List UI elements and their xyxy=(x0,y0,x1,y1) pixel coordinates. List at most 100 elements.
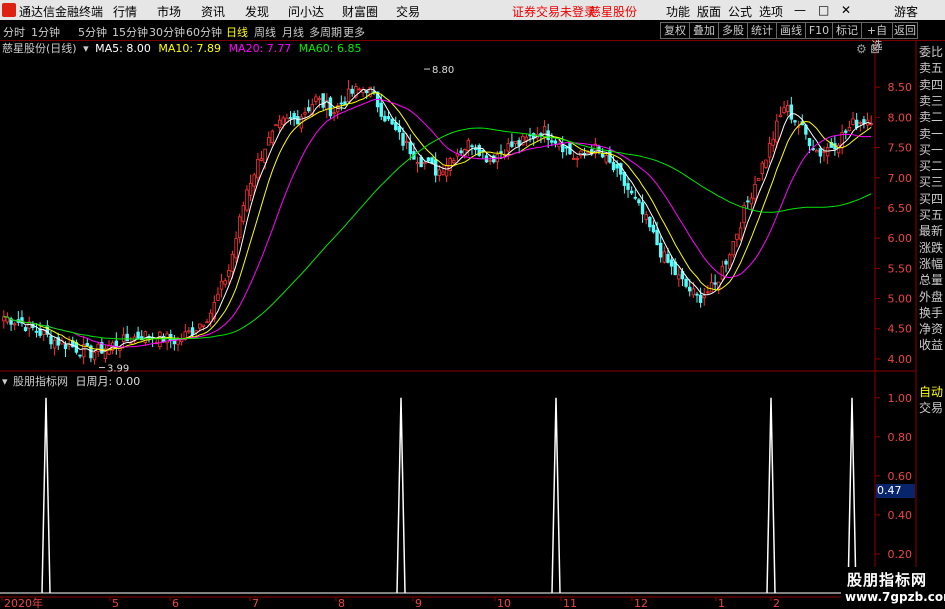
menu-xuanxiang[interactable]: 选项 xyxy=(759,3,783,20)
candle-body xyxy=(339,102,344,105)
period-1min[interactable]: 1分钟 xyxy=(31,24,60,40)
menu-caifuquan[interactable]: 财富圈 xyxy=(342,3,378,20)
sidebar-item-17[interactable]: 净资 xyxy=(917,321,945,337)
period-60min[interactable]: 60分钟 xyxy=(186,24,222,40)
candle-body xyxy=(198,323,202,329)
sidebar-item-9[interactable]: 买四 xyxy=(917,191,945,207)
menu-shichang[interactable]: 市场 xyxy=(157,3,181,20)
candle-body xyxy=(575,158,579,160)
ma5-value: MA5: 8.00 xyxy=(95,42,151,55)
candle-body xyxy=(379,102,383,117)
guest-label[interactable]: 游客 xyxy=(894,3,918,20)
menu-zixun[interactable]: 资讯 xyxy=(201,3,225,20)
sidebar-item-10[interactable]: 买五 xyxy=(917,207,945,223)
menu-gongneng[interactable]: 功能 xyxy=(666,3,690,20)
kline-info-bar: 慈星股份(日线) ▾ MA5: 8.00 MA10: 7.89 MA20: 7.… xyxy=(2,43,362,55)
candle-body xyxy=(727,254,732,270)
indicator-value: 日周月: 0.00 xyxy=(75,375,141,388)
period-30min[interactable]: 30分钟 xyxy=(149,24,185,40)
sidebar-bottom-1[interactable]: 交易 xyxy=(917,400,945,416)
indicator-spike-3 xyxy=(766,397,776,594)
x-label-7: 11 xyxy=(563,597,577,609)
sidebar-item-11[interactable]: 最新 xyxy=(917,223,945,239)
menu-gongshi[interactable]: 公式 xyxy=(728,3,752,20)
close-icon[interactable]: ✕ xyxy=(841,3,851,17)
candle-body xyxy=(136,331,140,340)
ma5-line xyxy=(3,88,872,352)
add-watchlist-button[interactable]: +自选 xyxy=(861,22,893,52)
tongji-button[interactable]: 统计 xyxy=(747,22,777,39)
menu-faxian[interactable]: 发现 xyxy=(245,3,269,20)
candle-body xyxy=(637,199,641,204)
candle-body xyxy=(187,330,191,333)
indicator-info-bar: ▾ 股朋指标网 日周月: 0.00 xyxy=(2,376,140,388)
annotation-0: 8.80 xyxy=(432,65,454,76)
fuquan-button[interactable]: 复权 xyxy=(660,22,690,39)
period-multi[interactable]: 多周期 xyxy=(309,24,342,40)
diejia-button[interactable]: 叠加 xyxy=(689,22,719,39)
candle-body xyxy=(851,118,855,125)
menu-bar: 通达信金融终端 行情 市场 资讯 发现 问小达 财富圈 交易 证券交易未登录 慈… xyxy=(0,0,945,20)
minimize-icon[interactable]: — xyxy=(794,3,806,17)
indicator-dropdown-icon[interactable]: ▾ xyxy=(2,375,8,388)
sidebar-item-8[interactable]: 买三 xyxy=(917,174,945,190)
duogu-button[interactable]: 多股 xyxy=(718,22,748,39)
sidebar-item-3[interactable]: 卖三 xyxy=(917,93,945,109)
sidebar-item-14[interactable]: 总量 xyxy=(917,272,945,288)
biaoji-button[interactable]: 标记 xyxy=(832,22,862,39)
sidebar-item-0[interactable]: 委比 xyxy=(917,44,945,60)
sidebar-item-18[interactable]: 收益 xyxy=(917,337,945,353)
candle-body xyxy=(466,139,471,151)
watermark-line2: www.7gpzb.com xyxy=(845,590,945,604)
period-monthly[interactable]: 月线 xyxy=(282,24,304,40)
dropdown-icon[interactable]: ▾ xyxy=(83,42,89,55)
sidebar-item-15[interactable]: 外盘 xyxy=(917,289,945,305)
period-weekly[interactable]: 周线 xyxy=(254,24,276,40)
period-fenshi[interactable]: 分时 xyxy=(3,24,25,40)
sidebar-item-16[interactable]: 换手 xyxy=(917,305,945,321)
candle-body xyxy=(738,227,743,240)
candle-body xyxy=(622,171,627,186)
sidebar-bottom-0[interactable]: 自动 xyxy=(917,384,945,400)
settings-gear-icon[interactable]: ⚙ xyxy=(856,42,867,56)
watermark-line1: 股朋指标网 xyxy=(847,571,928,589)
candle-body xyxy=(13,323,17,326)
candle-body xyxy=(666,254,670,263)
sidebar-item-13[interactable]: 涨幅 xyxy=(917,256,945,272)
back-button[interactable]: 返回 xyxy=(892,22,918,39)
candle-body xyxy=(825,147,830,157)
price-tick-5: 6.00 xyxy=(888,232,913,245)
candle-body xyxy=(771,138,775,146)
indicator-spike-1 xyxy=(396,397,406,594)
period-15min[interactable]: 15分钟 xyxy=(112,24,148,40)
menu-hangqing[interactable]: 行情 xyxy=(113,3,137,20)
kline-title[interactable]: 慈星股份(日线) xyxy=(2,42,77,55)
candle-body xyxy=(488,160,492,162)
indicator-name[interactable]: 股朋指标网 xyxy=(13,375,68,388)
f10-button[interactable]: F10 xyxy=(805,22,833,39)
panel-toggle-icon[interactable]: ⊠ xyxy=(870,42,880,56)
candle-body xyxy=(281,117,285,125)
trade-login-notice[interactable]: 证券交易未登录 xyxy=(512,3,596,20)
sidebar-item-6[interactable]: 买一 xyxy=(917,142,945,158)
sidebar-item-2[interactable]: 卖四 xyxy=(917,77,945,93)
menu-jiaoyi[interactable]: 交易 xyxy=(396,3,420,20)
sidebar-item-7[interactable]: 买二 xyxy=(917,158,945,174)
maximize-icon[interactable]: □ xyxy=(818,3,829,17)
candle-body xyxy=(401,133,405,146)
candle-body xyxy=(256,158,260,179)
sidebar-item-1[interactable]: 卖五 xyxy=(917,60,945,76)
period-more[interactable]: 更多 xyxy=(343,24,365,40)
menu-wenxiaoda[interactable]: 问小达 xyxy=(288,3,324,20)
menu-banmian[interactable]: 版面 xyxy=(697,3,721,20)
huaxian-button[interactable]: 画线 xyxy=(776,22,806,39)
ind-tick-4: 0.20 xyxy=(888,548,913,561)
ma20-value: MA20: 7.77 xyxy=(228,42,292,55)
sidebar-item-4[interactable]: 卖二 xyxy=(917,109,945,125)
sidebar-item-5[interactable]: 卖一 xyxy=(917,126,945,142)
sidebar-item-12[interactable]: 涨跌 xyxy=(917,240,945,256)
period-5min[interactable]: 5分钟 xyxy=(78,24,107,40)
candle-body xyxy=(677,274,681,280)
period-daily[interactable]: 日线 xyxy=(226,24,248,40)
candle-body xyxy=(782,107,786,113)
